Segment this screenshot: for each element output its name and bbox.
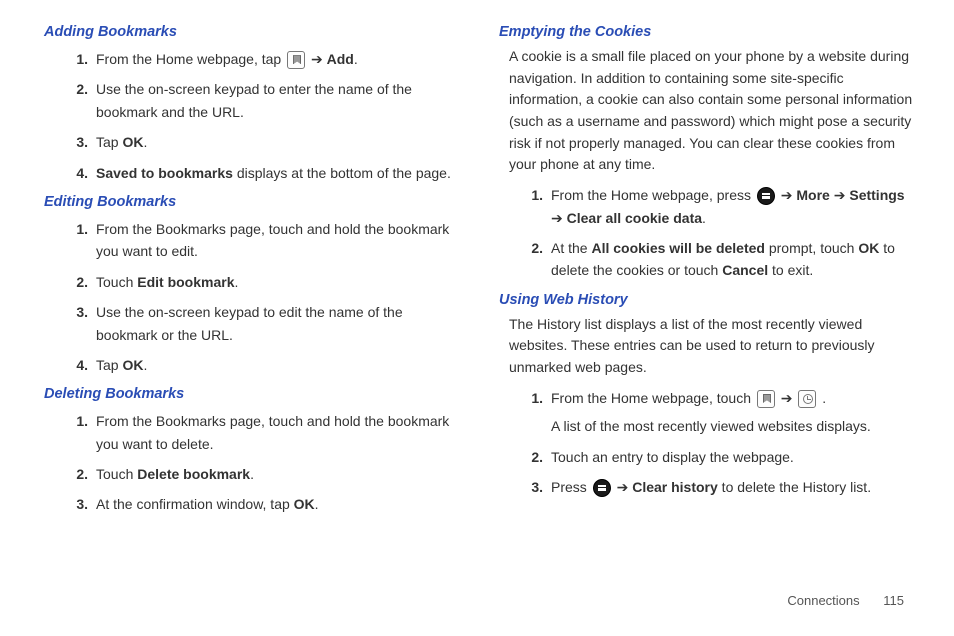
heading-deleting-bookmarks: Deleting Bookmarks bbox=[44, 386, 459, 402]
step-text: From the Home webpage, tap bbox=[96, 51, 285, 67]
delete-bookmark-label: Delete bookmark bbox=[137, 466, 250, 482]
step-text: Use the on-screen keypad to enter the na… bbox=[96, 81, 412, 119]
step-text: At the confirmation window, tap bbox=[96, 496, 294, 512]
arrow-icon: ➔ bbox=[311, 48, 323, 70]
history-paragraph: The History list displays a list of the … bbox=[509, 314, 914, 379]
saved-label: Saved to bookmarks bbox=[96, 165, 233, 181]
manual-page: Adding Bookmarks 1. From the Home webpag… bbox=[0, 0, 954, 544]
list-item: 2. Touch an entry to display the webpage… bbox=[521, 446, 914, 468]
step-text: Press bbox=[551, 479, 591, 495]
list-item: 1. From the Home webpage, touch ➔ . A li… bbox=[521, 387, 914, 438]
left-column: Adding Bookmarks 1. From the Home webpag… bbox=[44, 14, 459, 524]
clear-history-label: Clear history bbox=[632, 479, 718, 495]
list-item: 3. Use the on-screen keypad to edit the … bbox=[66, 301, 459, 346]
list-item: 3. At the confirmation window, tap OK. bbox=[66, 493, 459, 515]
list-item: 3. Tap OK. bbox=[66, 131, 459, 153]
cancel-label: Cancel bbox=[722, 262, 768, 278]
ok-label: OK bbox=[294, 496, 315, 512]
step-text: Tap bbox=[96, 134, 122, 150]
step-text: From the Home webpage, press bbox=[551, 187, 755, 203]
more-label: More bbox=[796, 187, 829, 203]
ok-label: OK bbox=[122, 357, 143, 373]
adding-bookmarks-steps: 1. From the Home webpage, tap ➔ Add. 2. … bbox=[66, 48, 459, 184]
list-item: 3. Press ➔ Clear history to delete the H… bbox=[521, 476, 914, 498]
step-text: Touch bbox=[96, 466, 137, 482]
list-item: 2. Touch Edit bookmark. bbox=[66, 271, 459, 293]
footer-section: Connections bbox=[787, 593, 859, 608]
list-item: 1. From the Bookmarks page, touch and ho… bbox=[66, 410, 459, 455]
heading-adding-bookmarks: Adding Bookmarks bbox=[44, 24, 459, 40]
deleting-bookmarks-steps: 1. From the Bookmarks page, touch and ho… bbox=[66, 410, 459, 516]
list-item: 1. From the Home webpage, tap ➔ Add. bbox=[66, 48, 459, 70]
arrow-icon: ➔ bbox=[834, 184, 846, 206]
prompt-label: All cookies will be deleted bbox=[591, 240, 765, 256]
list-item: 2. At the All cookies will be deleted pr… bbox=[521, 237, 914, 282]
menu-icon bbox=[757, 187, 775, 205]
step-text: to delete the History list. bbox=[718, 479, 871, 495]
arrow-icon: ➔ bbox=[781, 184, 793, 206]
step-text: From the Bookmarks page, touch and hold … bbox=[96, 221, 449, 259]
edit-bookmark-label: Edit bookmark bbox=[137, 274, 234, 290]
menu-icon bbox=[593, 479, 611, 497]
right-column: Emptying the Cookies A cookie is a small… bbox=[499, 14, 914, 524]
editing-bookmarks-steps: 1. From the Bookmarks page, touch and ho… bbox=[66, 218, 459, 376]
history-icon bbox=[798, 390, 816, 408]
arrow-icon: ➔ bbox=[551, 207, 563, 229]
heading-editing-bookmarks: Editing Bookmarks bbox=[44, 194, 459, 210]
list-item: 2. Use the on-screen keypad to enter the… bbox=[66, 78, 459, 123]
arrow-icon: ➔ bbox=[617, 476, 629, 498]
step-text: From the Home webpage, touch bbox=[551, 390, 755, 406]
list-item: 2. Touch Delete bookmark. bbox=[66, 463, 459, 485]
ok-label: OK bbox=[122, 134, 143, 150]
list-item: 1. From the Home webpage, press ➔ More ➔… bbox=[521, 184, 914, 229]
step-text: From the Bookmarks page, touch and hold … bbox=[96, 413, 449, 451]
step-text: prompt, touch bbox=[765, 240, 858, 256]
footer-page-number: 115 bbox=[883, 593, 904, 608]
list-item: 1. From the Bookmarks page, touch and ho… bbox=[66, 218, 459, 263]
step-text: displays at the bottom of the page. bbox=[233, 165, 451, 181]
bookmark-icon bbox=[287, 51, 305, 69]
add-label: Add bbox=[327, 51, 354, 67]
page-footer: Connections 115 bbox=[787, 593, 904, 608]
cookies-steps: 1. From the Home webpage, press ➔ More ➔… bbox=[521, 184, 914, 282]
ok-label: OK bbox=[858, 240, 879, 256]
list-item: 4. Saved to bookmarks displays at the bo… bbox=[66, 162, 459, 184]
cookies-paragraph: A cookie is a small file placed on your … bbox=[509, 46, 914, 176]
step-text: Touch bbox=[96, 274, 137, 290]
clear-cookie-label: Clear all cookie data bbox=[567, 210, 702, 226]
step-text: to exit. bbox=[768, 262, 813, 278]
arrow-icon: ➔ bbox=[781, 387, 793, 409]
step-text: Touch an entry to display the webpage. bbox=[551, 449, 794, 465]
step-text: Tap bbox=[96, 357, 122, 373]
step-text: A list of the most recently viewed websi… bbox=[551, 418, 871, 434]
heading-emptying-cookies: Emptying the Cookies bbox=[499, 24, 914, 40]
settings-label: Settings bbox=[849, 187, 904, 203]
step-text: Use the on-screen keypad to edit the nam… bbox=[96, 304, 403, 342]
bookmark-icon bbox=[757, 390, 775, 408]
step-text: At the bbox=[551, 240, 591, 256]
heading-using-web-history: Using Web History bbox=[499, 292, 914, 308]
history-steps: 1. From the Home webpage, touch ➔ . A li… bbox=[521, 387, 914, 499]
list-item: 4. Tap OK. bbox=[66, 354, 459, 376]
